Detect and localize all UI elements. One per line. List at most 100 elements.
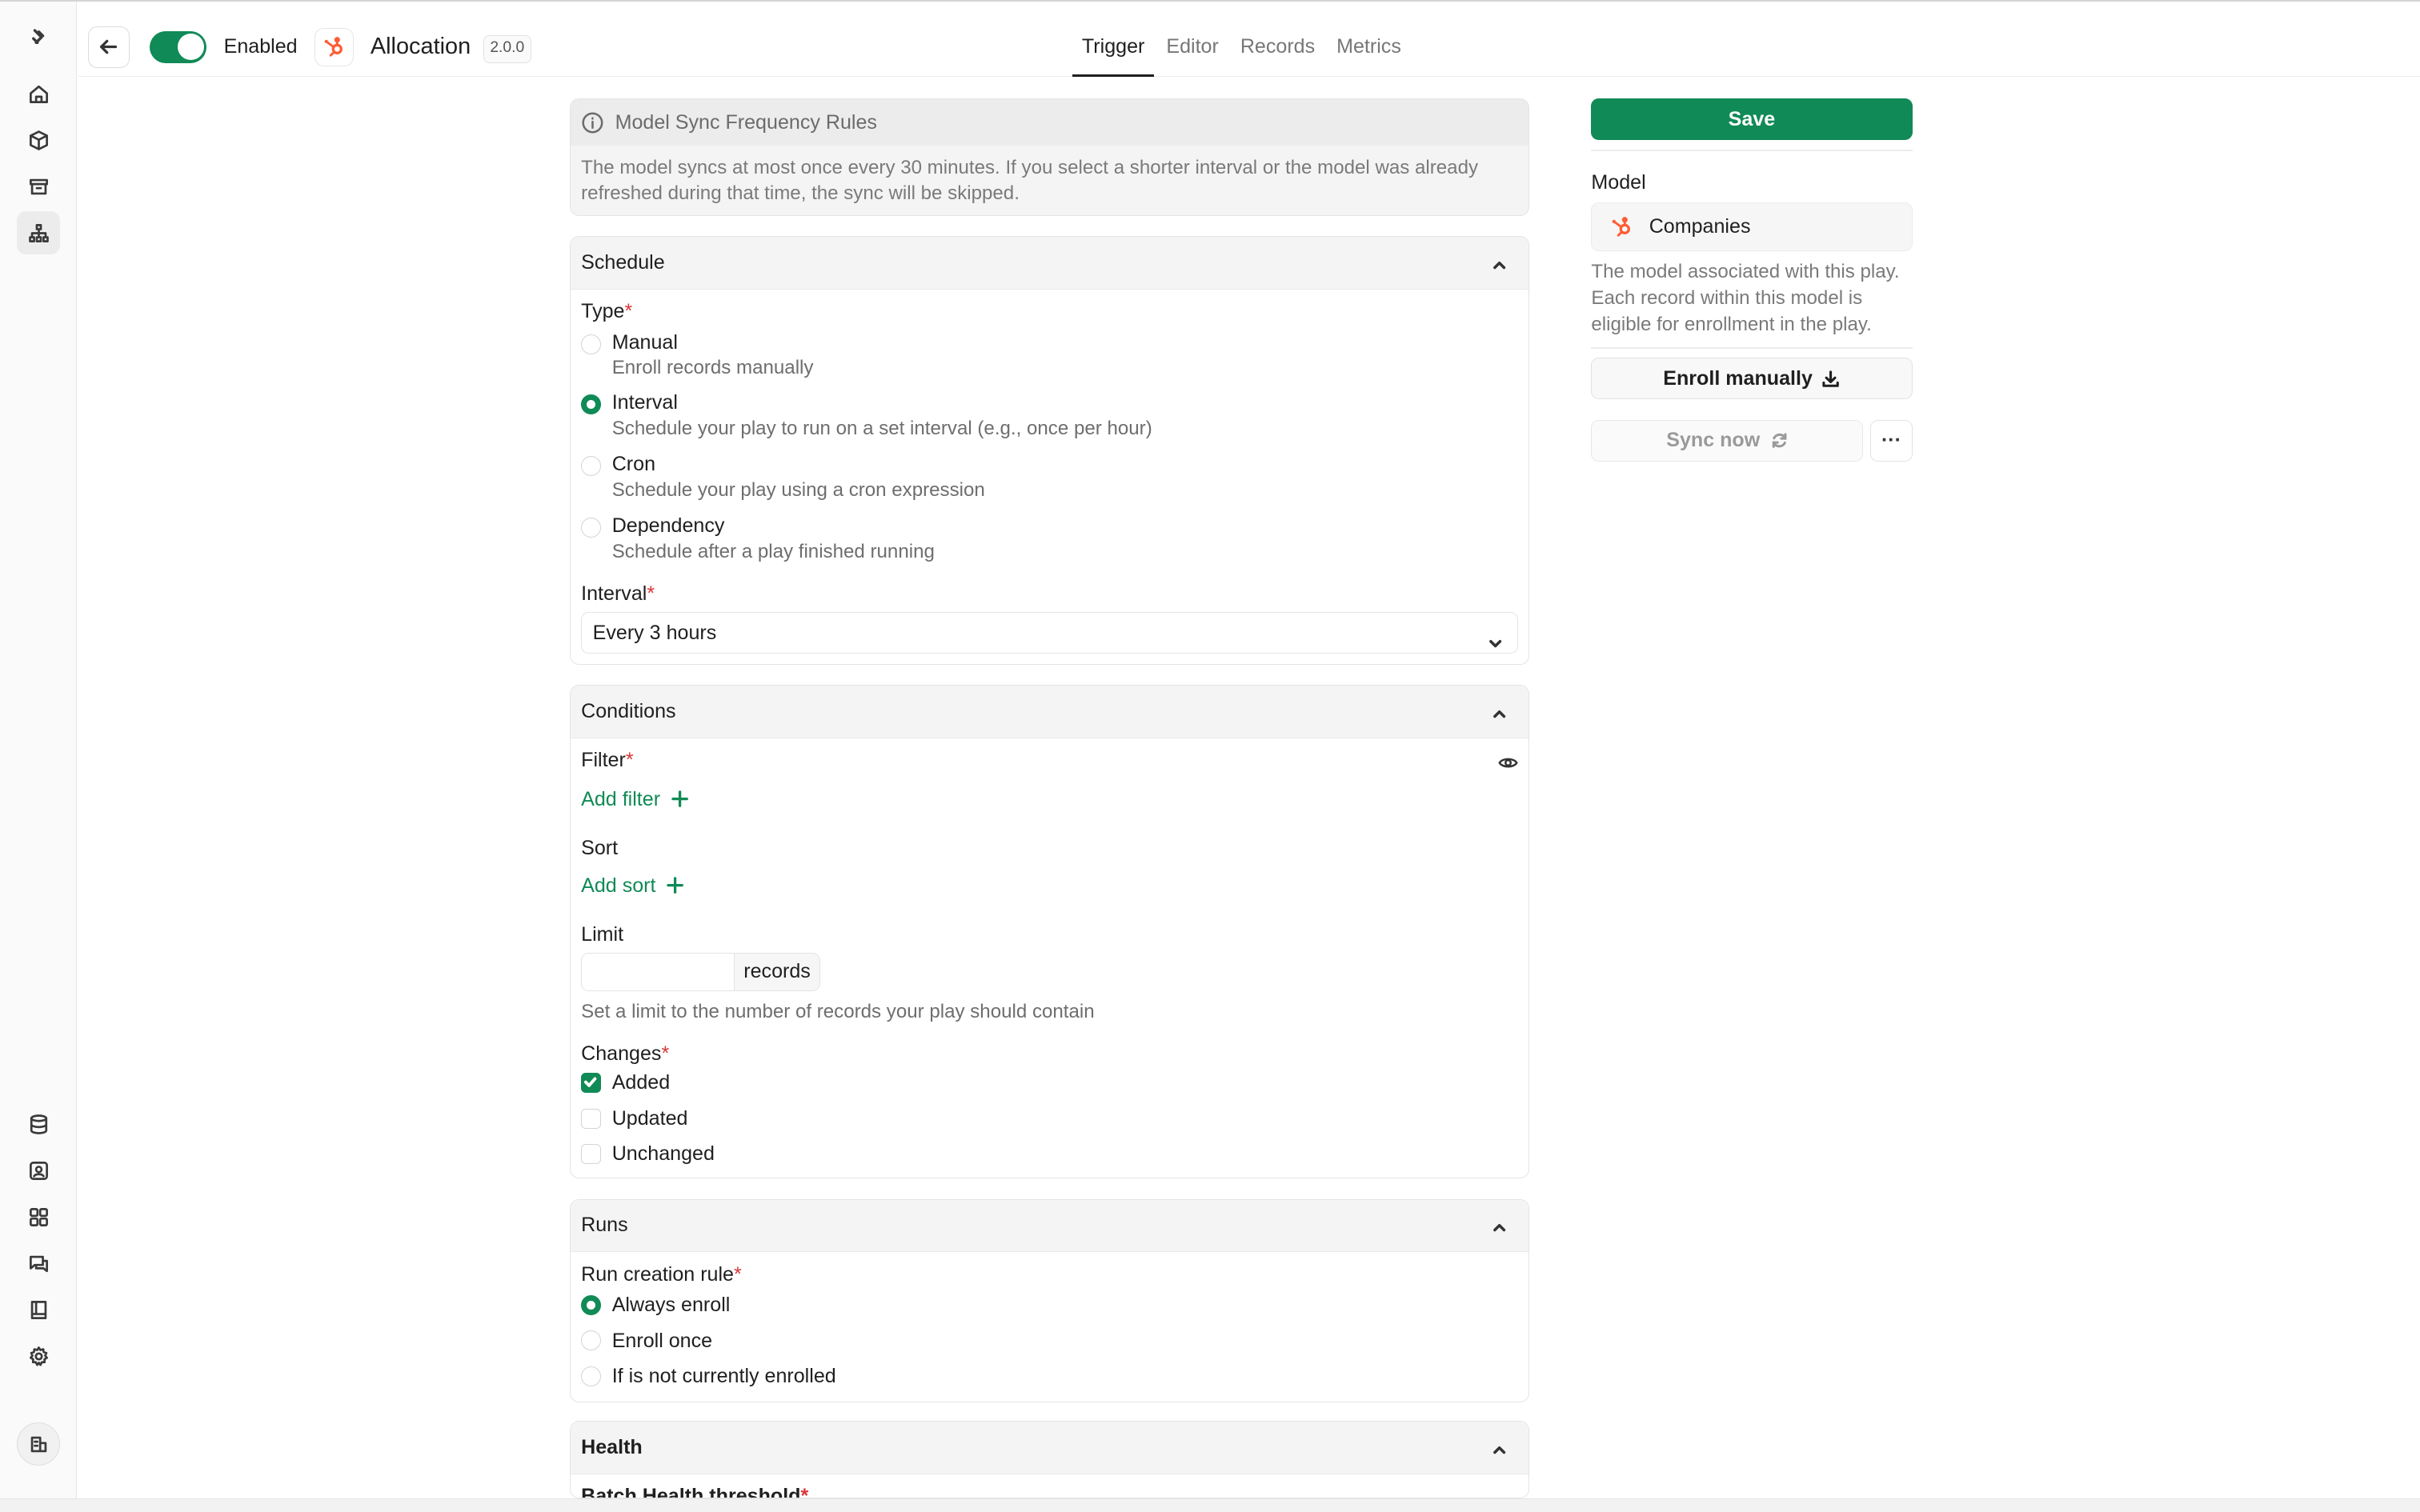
divider	[1591, 346, 1913, 349]
checkbox-label: Updated	[611, 1106, 688, 1130]
back-button[interactable]	[87, 26, 130, 68]
option-label: Dependency	[611, 514, 725, 538]
contact-icon[interactable]	[17, 1150, 60, 1193]
health-header[interactable]: Health	[570, 1422, 1529, 1474]
tab-bar: Trigger Editor Records Metrics	[1072, 2, 1413, 78]
type-label: Type*	[581, 300, 633, 323]
runs-section: Runs Run creation rule* Always enroll En…	[569, 1198, 1530, 1403]
play-side-panel: Save Model Companies The model associate…	[1591, 98, 1913, 462]
play-title: Allocation	[370, 34, 471, 60]
hubspot-icon	[315, 27, 354, 66]
option-desc: Schedule your play to run on a set inter…	[611, 417, 1152, 439]
chevron-up-icon[interactable]	[1492, 255, 1507, 270]
changes-label: Changes*	[581, 1042, 670, 1065]
radio-cron[interactable]	[581, 455, 602, 476]
logo-icon[interactable]	[17, 15, 60, 58]
book-icon[interactable]	[17, 1288, 60, 1331]
tab-trigger[interactable]: Trigger	[1072, 2, 1154, 78]
tab-editor[interactable]: Editor	[1157, 2, 1228, 78]
trigger-form: Model Sync Frequency Rules The model syn…	[569, 98, 1530, 1498]
sort-label: Sort	[581, 837, 619, 860]
model-name: Companies	[1649, 215, 1751, 238]
option-desc: Schedule after a play finished running	[611, 540, 935, 562]
option-desc: Schedule your play using a cron expressi…	[611, 478, 985, 501]
chevron-up-icon[interactable]	[1492, 1218, 1507, 1234]
section-title: Conditions	[581, 700, 676, 723]
option-label: Interval	[611, 390, 678, 414]
arrow-left-icon	[100, 40, 118, 54]
add-sort-button[interactable]: Add sort	[581, 874, 683, 898]
health-threshold-label: Batch Health threshold*	[581, 1485, 809, 1498]
radio-always-enroll[interactable]	[581, 1295, 602, 1316]
sync-row: Sync now ···	[1591, 419, 1913, 462]
conditions-section: Conditions Filter* Add filter Sort Add s…	[569, 685, 1530, 1179]
notice-title: Model Sync Frequency Rules	[615, 110, 877, 134]
enabled-label: Enabled	[223, 35, 298, 58]
schedule-header[interactable]: Schedule	[570, 237, 1529, 290]
model-label: Model	[1591, 171, 1646, 194]
section-title: Runs	[581, 1214, 628, 1237]
checkbox-updated[interactable]	[581, 1108, 602, 1129]
window-bottom-bar	[0, 1498, 2420, 1512]
option-label: Cron	[611, 453, 656, 476]
settings-icon[interactable]	[17, 1334, 60, 1378]
download-icon	[1822, 370, 1840, 387]
top-header: Enabled Allocation 2.0.0 Trigger Editor …	[78, 1, 2420, 78]
info-icon	[582, 112, 603, 134]
enroll-manually-button[interactable]: Enroll manually	[1591, 358, 1913, 400]
option-label: Enroll once	[611, 1329, 713, 1352]
eye-icon[interactable]	[1498, 750, 1518, 770]
grid-icon[interactable]	[17, 1196, 60, 1239]
limit-hint: Set a limit to the number of records you…	[581, 1000, 1095, 1022]
conditions-header[interactable]: Conditions	[570, 686, 1529, 738]
notice-body: The model syncs at most once every 30 mi…	[581, 156, 1479, 204]
tab-metrics[interactable]: Metrics	[1328, 2, 1411, 78]
option-label: Always enroll	[611, 1294, 731, 1317]
radio-not-currently-enrolled[interactable]	[581, 1366, 602, 1386]
tab-records[interactable]: Records	[1231, 2, 1324, 78]
enabled-toggle[interactable]	[150, 30, 207, 64]
chevron-up-icon[interactable]	[1492, 1440, 1507, 1455]
checkbox-unchanged[interactable]	[581, 1144, 602, 1165]
run-rule-label: Run creation rule*	[581, 1262, 742, 1286]
sync-now-button[interactable]: Sync now	[1591, 419, 1863, 462]
interval-label: Interval*	[581, 582, 655, 606]
chevron-down-icon	[1488, 625, 1503, 665]
option-label: Manual	[611, 330, 678, 354]
limit-label: Limit	[581, 923, 624, 946]
checkbox-added[interactable]	[581, 1073, 602, 1094]
database-icon[interactable]	[17, 1103, 60, 1146]
radio-interval[interactable]	[581, 394, 602, 414]
chat-icon[interactable]	[17, 1242, 60, 1286]
hubspot-icon	[1608, 213, 1636, 241]
option-label: If is not currently enrolled	[611, 1364, 836, 1387]
plus-icon	[667, 877, 683, 894]
save-button[interactable]: Save	[1591, 98, 1913, 141]
model-description: The model associated with this play. Eac…	[1591, 261, 1900, 335]
radio-dependency[interactable]	[581, 518, 602, 538]
home-icon[interactable]	[17, 73, 60, 116]
radio-enroll-once[interactable]	[581, 1330, 602, 1351]
more-options-button[interactable]: ···	[1870, 419, 1913, 462]
cube-icon[interactable]	[17, 118, 60, 162]
hierarchy-icon[interactable]	[17, 211, 61, 255]
section-title: Health	[581, 1436, 643, 1458]
plus-icon	[671, 790, 688, 808]
workspace-icon[interactable]	[17, 1422, 61, 1466]
limit-suffix: records	[734, 952, 821, 992]
interval-select[interactable]: Every 3 hours	[581, 611, 1518, 654]
add-filter-button[interactable]: Add filter	[581, 788, 688, 811]
interval-value: Every 3 hours	[592, 621, 717, 644]
checkbox-label: Added	[611, 1071, 671, 1094]
limit-input[interactable]	[581, 952, 735, 992]
divider	[1591, 150, 1913, 151]
model-selector[interactable]: Companies	[1591, 202, 1913, 252]
chevron-up-icon[interactable]	[1492, 704, 1507, 719]
radio-manual[interactable]	[581, 334, 602, 354]
schedule-section: Schedule Type* Manual Enroll records man…	[569, 236, 1530, 666]
sync-rules-notice: Model Sync Frequency Rules The model syn…	[569, 98, 1530, 216]
archive-icon[interactable]	[17, 165, 60, 208]
toggle-knob	[177, 34, 204, 61]
runs-header[interactable]: Runs	[570, 1199, 1529, 1253]
version-badge: 2.0.0	[483, 35, 531, 64]
